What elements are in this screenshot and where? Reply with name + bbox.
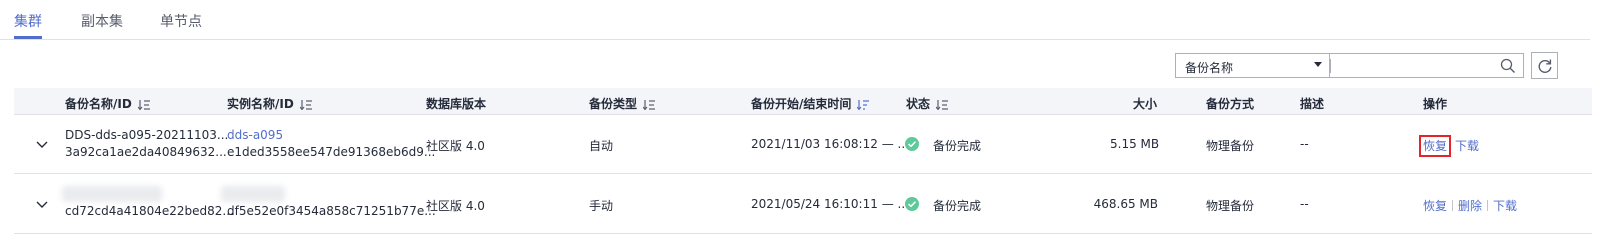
status-text: 备份完成 <box>933 139 982 153</box>
backup-id: 3a92ca1ae2da40849632... <box>65 145 227 159</box>
search-filter-label: 备份名称 <box>1185 61 1234 75</box>
tab-replica-set[interactable]: 副本集 <box>81 11 123 31</box>
column-header-backup-time[interactable]: 备份开始/结束时间 <box>751 95 870 112</box>
db-version: 社区版 4.0 <box>426 139 485 153</box>
ops-divider <box>1487 200 1489 211</box>
status-text: 备份完成 <box>933 199 982 213</box>
redacted-backup-name <box>62 186 162 202</box>
backup-type: 手动 <box>589 199 614 213</box>
operations: 恢复 下载 <box>1418 135 1479 157</box>
restore-button[interactable]: 恢复 <box>1418 135 1452 157</box>
search-icon[interactable] <box>1500 58 1516 74</box>
download-button[interactable]: 下载 <box>1455 139 1479 153</box>
column-header-operations: 操作 <box>1423 97 1448 111</box>
sort-icon[interactable] <box>936 100 949 110</box>
column-header-db-version: 数据库版本 <box>426 97 487 111</box>
search-input[interactable] <box>1338 58 1488 74</box>
backup-type: 自动 <box>589 139 614 153</box>
instance-name-link[interactable]: dds-a095 <box>227 128 283 142</box>
search-box <box>1329 53 1524 78</box>
delete-button[interactable]: 删除 <box>1458 199 1482 213</box>
download-button[interactable]: 下载 <box>1493 199 1517 213</box>
refresh-button[interactable] <box>1531 52 1558 79</box>
column-header-size: 大小 <box>1133 97 1158 111</box>
backup-id: cd72cd4a41804e22bed82... <box>65 204 234 218</box>
description: -- <box>1300 137 1309 151</box>
active-tab-indicator <box>14 36 42 39</box>
chevron-down-icon[interactable] <box>36 140 48 150</box>
backup-size: 468.65 MB <box>1093 197 1158 211</box>
refresh-icon <box>1538 59 1552 73</box>
column-header-description: 描述 <box>1300 97 1325 111</box>
backup-size: 5.15 MB <box>1110 137 1160 151</box>
ops-divider <box>1452 200 1454 211</box>
search-divider <box>1330 59 1331 73</box>
column-header-backup-type[interactable]: 备份类型 <box>589 95 656 112</box>
db-version: 社区版 4.0 <box>426 199 485 213</box>
backup-method: 物理备份 <box>1206 199 1255 213</box>
table-row: cd72cd4a41804e22bed82... df5e52e0f3454a8… <box>14 175 1592 234</box>
instance-id: e1ded3558ee547de91368eb6d9... <box>227 145 436 159</box>
chevron-down-icon[interactable] <box>36 200 48 210</box>
column-header-instance-name[interactable]: 实例名称/ID <box>227 95 312 112</box>
tab-cluster[interactable]: 集群 <box>14 11 42 31</box>
success-icon <box>905 197 919 211</box>
tab-single-node[interactable]: 单节点 <box>160 11 202 31</box>
backup-time: 2021/05/24 16:10:11 — ... <box>751 197 909 211</box>
column-header-status[interactable]: 状态 <box>906 95 949 112</box>
restore-button[interactable]: 恢复 <box>1423 199 1447 213</box>
table-header: 备份名称/ID 实例名称/ID 数据库版本 备份类型 备份开始/结束时间 状态 … <box>14 88 1592 115</box>
operations: 恢复 删除 下载 <box>1423 197 1517 214</box>
search-filter-select[interactable]: 备份名称 <box>1175 53 1329 78</box>
sort-active-icon[interactable] <box>857 100 870 110</box>
sort-icon[interactable] <box>137 100 150 110</box>
chevron-down-icon <box>1314 62 1322 67</box>
backup-name: DDS-dds-a095-20211103... <box>65 128 229 142</box>
sort-icon[interactable] <box>643 100 656 110</box>
column-header-backup-method: 备份方式 <box>1206 97 1255 111</box>
table-row: DDS-dds-a095-20211103... 3a92ca1ae2da408… <box>14 116 1592 174</box>
description: -- <box>1300 197 1309 211</box>
column-header-backup-name[interactable]: 备份名称/ID <box>65 95 150 112</box>
redacted-instance-name <box>221 186 285 202</box>
instance-id: df5e52e0f3454a858c71251b77e... <box>227 204 436 218</box>
backup-method: 物理备份 <box>1206 139 1255 153</box>
backup-time: 2021/11/03 16:08:12 — ... <box>751 137 909 151</box>
tab-bar: 集群 副本集 单节点 <box>0 0 1590 40</box>
sort-icon[interactable] <box>299 100 312 110</box>
success-icon <box>905 137 919 151</box>
